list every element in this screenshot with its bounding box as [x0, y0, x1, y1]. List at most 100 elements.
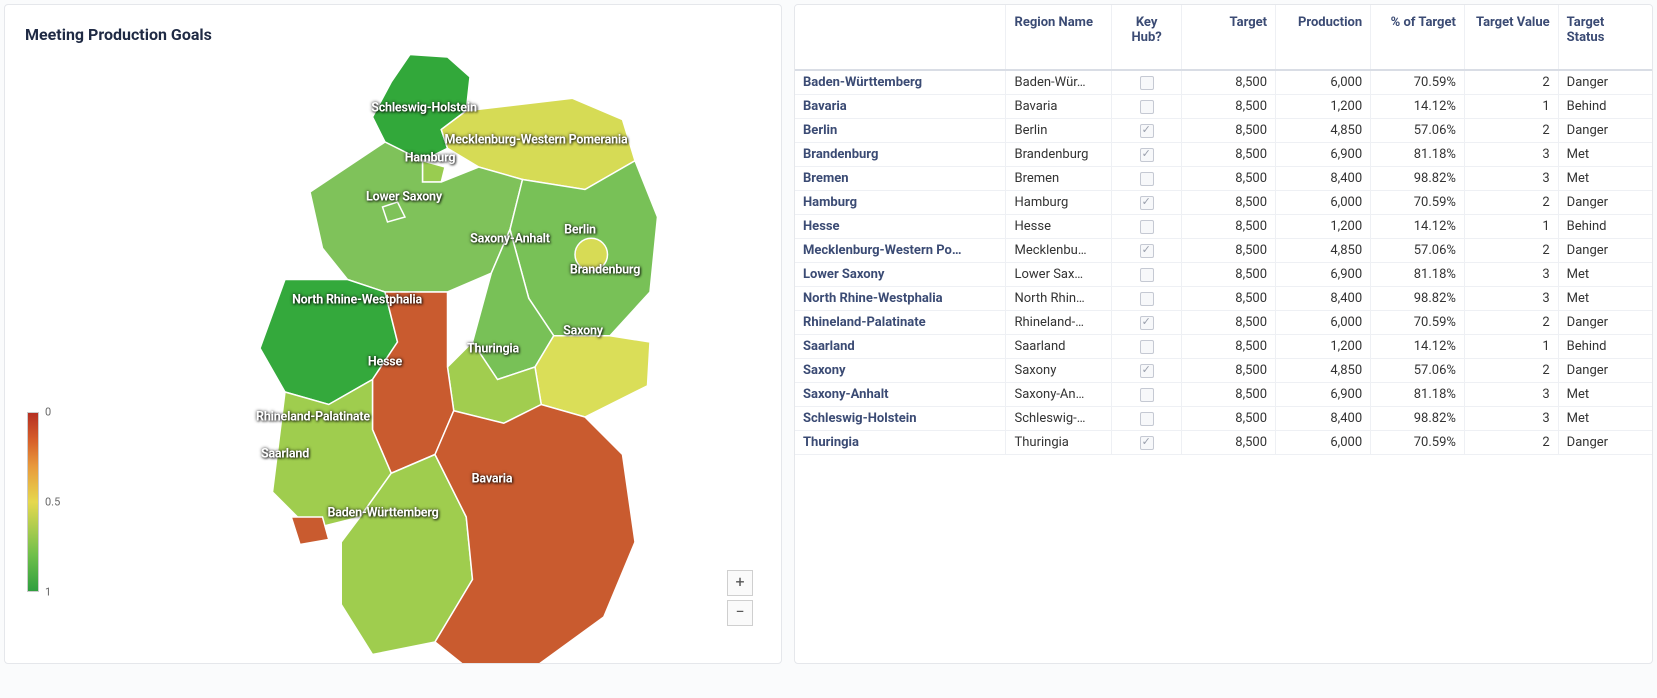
- col-key-hub[interactable]: Key Hub?: [1111, 5, 1181, 70]
- checkbox-icon: [1140, 100, 1154, 114]
- cell-target: 8,500: [1182, 287, 1276, 311]
- checkbox-icon: [1140, 388, 1154, 402]
- table-row[interactable]: North Rhine-WestphaliaNorth Rhin…8,5008,…: [795, 287, 1652, 311]
- cell-status: Danger: [1558, 239, 1652, 263]
- row-label: Bavaria: [795, 95, 1006, 119]
- cell-target: 8,500: [1182, 431, 1276, 455]
- cell-hub: [1111, 263, 1181, 287]
- cell-pct: 98.82%: [1371, 407, 1465, 431]
- cell-production: 6,900: [1276, 263, 1371, 287]
- legend-tick: 0.5: [45, 496, 60, 509]
- cell-pct: 70.59%: [1371, 311, 1465, 335]
- map-area[interactable]: Schleswig-HolsteinMecklenburg-Western Po…: [25, 52, 761, 632]
- cell-tv: 3: [1464, 383, 1558, 407]
- table-row[interactable]: SaxonySaxony8,5004,85057.06%2Danger: [795, 359, 1652, 383]
- table-row[interactable]: Lower SaxonyLower Sax…8,5006,90081.18%3M…: [795, 263, 1652, 287]
- col-target-value[interactable]: Target Value: [1464, 5, 1558, 70]
- cell-production: 1,200: [1276, 215, 1371, 239]
- table-row[interactable]: Saxony-AnhaltSaxony-An…8,5006,90081.18%3…: [795, 383, 1652, 407]
- col-pct-target[interactable]: % of Target: [1371, 5, 1465, 70]
- cell-tv: 2: [1464, 359, 1558, 383]
- table-row[interactable]: Schleswig-HolsteinSchleswig-…8,5008,4009…: [795, 407, 1652, 431]
- cell-region: Saxony-An…: [1006, 383, 1111, 407]
- cell-pct: 70.59%: [1371, 191, 1465, 215]
- cell-production: 6,900: [1276, 143, 1371, 167]
- cell-pct: 81.18%: [1371, 263, 1465, 287]
- color-legend: 00.51: [27, 412, 77, 612]
- zoom-in-button[interactable]: +: [727, 570, 753, 596]
- cell-pct: 98.82%: [1371, 287, 1465, 311]
- legend-tick: 1: [45, 586, 51, 599]
- cell-production: 4,850: [1276, 119, 1371, 143]
- state-berlin[interactable]: [575, 238, 608, 271]
- cell-tv: 2: [1464, 191, 1558, 215]
- germany-map[interactable]: [185, 42, 685, 664]
- col-target-status[interactable]: Target Status: [1558, 5, 1652, 70]
- cell-pct: 57.06%: [1371, 119, 1465, 143]
- cell-tv: 2: [1464, 70, 1558, 95]
- checkbox-icon: [1140, 412, 1154, 426]
- cell-hub: [1111, 70, 1181, 95]
- table-row[interactable]: Rhineland-PalatinateRhineland-…8,5006,00…: [795, 311, 1652, 335]
- checkbox-icon: [1140, 244, 1154, 258]
- table-row[interactable]: Mecklenburg-Western Po…Mecklenbu…8,5004,…: [795, 239, 1652, 263]
- state-saarland[interactable]: [291, 517, 329, 545]
- table-row[interactable]: BavariaBavaria8,5001,20014.12%1Behind: [795, 95, 1652, 119]
- table-row[interactable]: BremenBremen8,5008,40098.82%3Met: [795, 167, 1652, 191]
- row-label: Bremen: [795, 167, 1006, 191]
- col-target[interactable]: Target: [1182, 5, 1276, 70]
- cell-hub: [1111, 287, 1181, 311]
- cell-status: Behind: [1558, 335, 1652, 359]
- cell-region: Bremen: [1006, 167, 1111, 191]
- cell-status: Met: [1558, 143, 1652, 167]
- table-row[interactable]: Baden-WürttembergBaden-Wür…8,5006,00070.…: [795, 70, 1652, 95]
- cell-hub: [1111, 239, 1181, 263]
- checkbox-icon: [1140, 436, 1154, 450]
- cell-hub: [1111, 359, 1181, 383]
- cell-target: 8,500: [1182, 239, 1276, 263]
- cell-region: Thuringia: [1006, 431, 1111, 455]
- cell-production: 6,000: [1276, 311, 1371, 335]
- cell-region: Hamburg: [1006, 191, 1111, 215]
- table-row[interactable]: SaarlandSaarland8,5001,20014.12%1Behind: [795, 335, 1652, 359]
- row-label: North Rhine-Westphalia: [795, 287, 1006, 311]
- cell-production: 8,400: [1276, 167, 1371, 191]
- cell-tv: 2: [1464, 431, 1558, 455]
- cell-tv: 2: [1464, 311, 1558, 335]
- row-label: Schleswig-Holstein: [795, 407, 1006, 431]
- cell-hub: [1111, 407, 1181, 431]
- table-row[interactable]: ThuringiaThuringia8,5006,00070.59%2Dange…: [795, 431, 1652, 455]
- cell-status: Met: [1558, 263, 1652, 287]
- cell-region: Baden-Wür…: [1006, 70, 1111, 95]
- cell-target: 8,500: [1182, 407, 1276, 431]
- data-table: Region Name Key Hub? Target Production %…: [795, 5, 1652, 455]
- col-blank[interactable]: [795, 5, 1006, 70]
- cell-production: 1,200: [1276, 335, 1371, 359]
- cell-hub: [1111, 215, 1181, 239]
- cell-region: Brandenburg: [1006, 143, 1111, 167]
- dashboard: Meeting Production Goals: [0, 0, 1657, 698]
- cell-production: 8,400: [1276, 287, 1371, 311]
- cell-target: 8,500: [1182, 143, 1276, 167]
- state-saxony[interactable]: [535, 336, 650, 417]
- row-label: Lower Saxony: [795, 263, 1006, 287]
- cell-production: 4,850: [1276, 239, 1371, 263]
- zoom-out-button[interactable]: −: [727, 600, 753, 626]
- row-label: Hamburg: [795, 191, 1006, 215]
- table-row[interactable]: HesseHesse8,5001,20014.12%1Behind: [795, 215, 1652, 239]
- col-region-name[interactable]: Region Name: [1006, 5, 1111, 70]
- cell-pct: 14.12%: [1371, 335, 1465, 359]
- col-production[interactable]: Production: [1276, 5, 1371, 70]
- row-label: Baden-Württemberg: [795, 70, 1006, 95]
- table-row[interactable]: HamburgHamburg8,5006,00070.59%2Danger: [795, 191, 1652, 215]
- table-row[interactable]: BrandenburgBrandenburg8,5006,90081.18%3M…: [795, 143, 1652, 167]
- state-hamburg[interactable]: [423, 161, 446, 182]
- cell-target: 8,500: [1182, 263, 1276, 287]
- cell-target: 8,500: [1182, 95, 1276, 119]
- row-label: Thuringia: [795, 431, 1006, 455]
- cell-hub: [1111, 119, 1181, 143]
- cell-hub: [1111, 431, 1181, 455]
- cell-tv: 3: [1464, 143, 1558, 167]
- table-row[interactable]: BerlinBerlin8,5004,85057.06%2Danger: [795, 119, 1652, 143]
- cell-region: Bavaria: [1006, 95, 1111, 119]
